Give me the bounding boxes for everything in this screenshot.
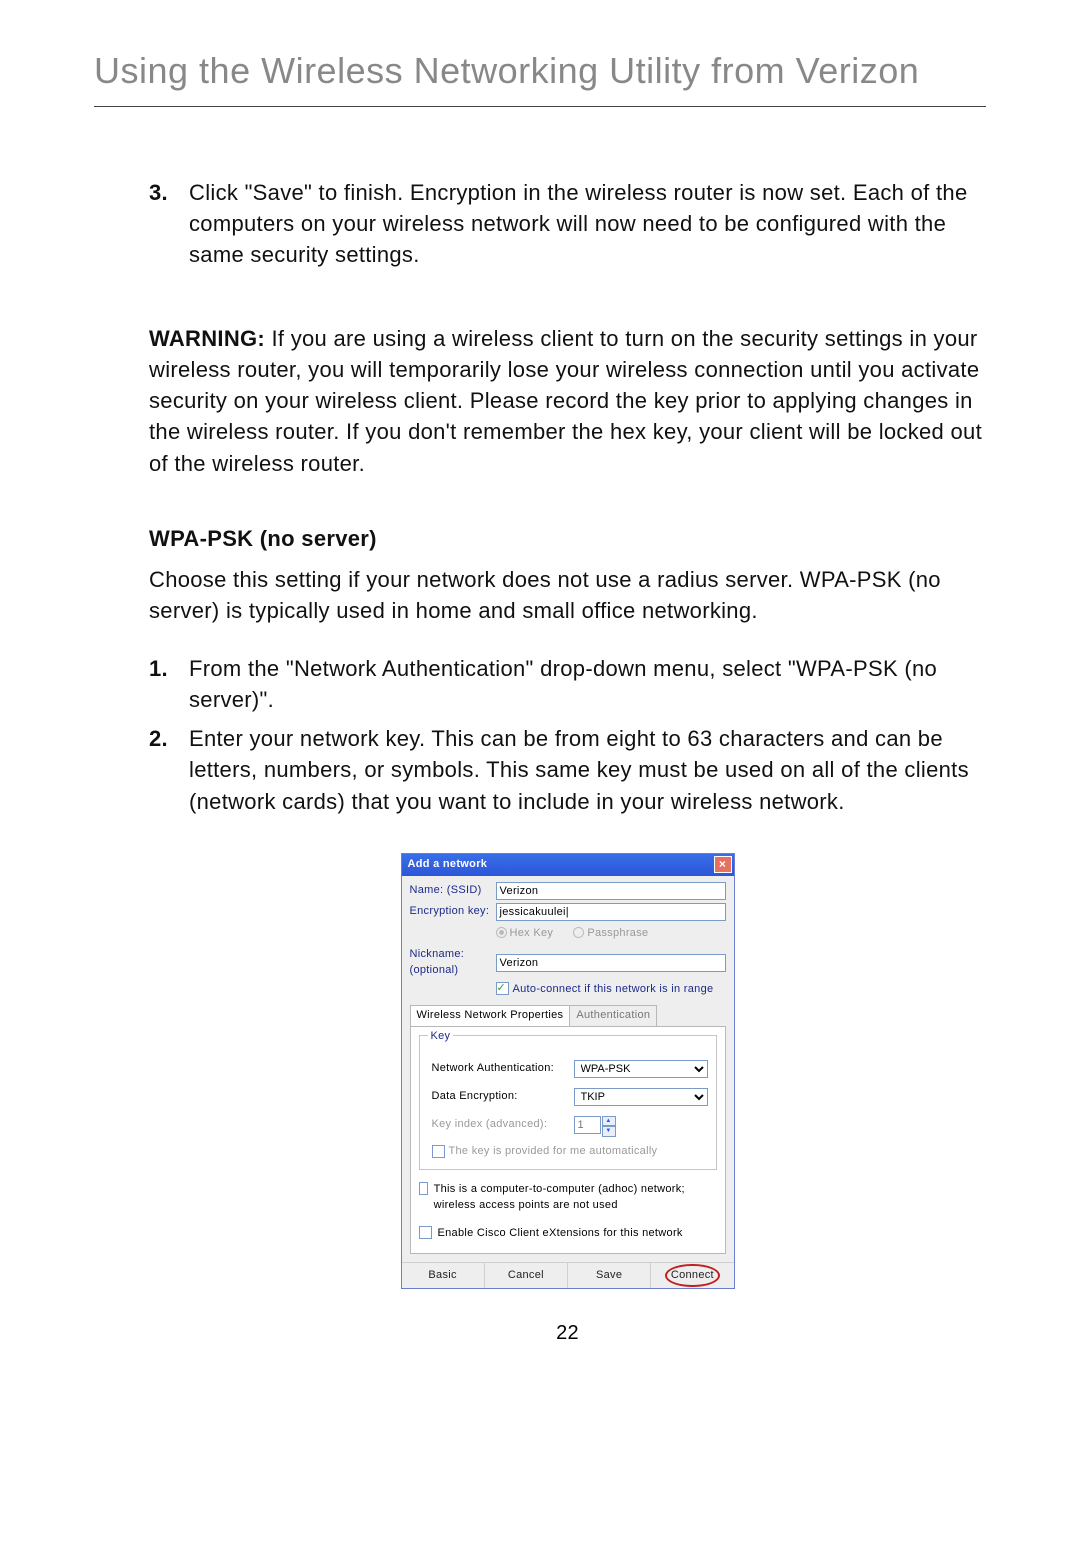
ssid-input[interactable]: Verizon — [496, 882, 726, 900]
autoconnect-checkbox[interactable] — [496, 982, 509, 995]
chevron-up-icon[interactable]: ▲ — [602, 1116, 616, 1127]
save-button[interactable]: Save — [568, 1263, 651, 1289]
dialog-titlebar[interactable]: Add a network × — [402, 854, 734, 876]
hex-key-label: Hex Key — [510, 927, 554, 939]
encryption-key-label: Encryption key: — [410, 904, 496, 920]
step-text-3: Click "Save" to finish. Encryption in th… — [189, 177, 986, 271]
warning-paragraph: WARNING: If you are using a wireless cli… — [149, 323, 986, 479]
autoconnect-label: Auto-connect if this network is in range — [513, 983, 714, 995]
network-auth-label: Network Authentication: — [432, 1061, 574, 1077]
connect-button[interactable]: Connect — [651, 1263, 733, 1289]
warning-text: If you are using a wireless client to tu… — [149, 326, 982, 476]
chevron-down-icon[interactable]: ▼ — [602, 1126, 616, 1137]
basic-button[interactable]: Basic — [402, 1263, 485, 1289]
tab-authentication[interactable]: Authentication — [569, 1005, 657, 1026]
cancel-button[interactable]: Cancel — [485, 1263, 568, 1289]
warning-label: WARNING: — [149, 326, 265, 351]
encryption-key-input[interactable]: jessicakuulei| — [496, 903, 726, 921]
nickname-label: Nickname: (optional) — [410, 947, 496, 978]
key-groupbox-legend: Key — [428, 1029, 454, 1045]
data-encryption-select[interactable]: TKIP — [574, 1088, 708, 1106]
add-network-dialog: Add a network × Name: (SSID) Verizon Enc… — [401, 853, 735, 1290]
step-text-2: Enter your network key. This can be from… — [189, 723, 986, 817]
section-title-wpa-psk: WPA-PSK (no server) — [149, 523, 986, 554]
passphrase-label: Passphrase — [587, 927, 648, 939]
hex-key-radio[interactable] — [496, 927, 507, 938]
key-index-spinner[interactable]: 1 ▲ ▼ — [574, 1116, 616, 1134]
passphrase-radio[interactable] — [573, 927, 584, 938]
step-number-2: 2. — [149, 723, 189, 817]
cisco-checkbox[interactable] — [419, 1226, 432, 1239]
page-number: 22 — [149, 1319, 986, 1347]
autokey-label: The key is provided for me automatically — [449, 1144, 658, 1160]
cisco-label: Enable Cisco Client eXtensions for this … — [438, 1226, 683, 1242]
data-encryption-label: Data Encryption: — [432, 1089, 574, 1105]
step-number-1: 1. — [149, 653, 189, 715]
adhoc-checkbox[interactable] — [419, 1182, 428, 1195]
step-number-3: 3. — [149, 177, 189, 271]
ssid-label: Name: (SSID) — [410, 883, 496, 899]
tab-wireless-properties[interactable]: Wireless Network Properties — [410, 1005, 571, 1026]
autokey-checkbox[interactable] — [432, 1145, 445, 1158]
network-auth-select[interactable]: WPA-PSK — [574, 1060, 708, 1078]
step-text-1: From the "Network Authentication" drop-d… — [189, 653, 986, 715]
close-icon[interactable]: × — [714, 856, 732, 873]
page-title: Using the Wireless Networking Utility fr… — [94, 50, 986, 92]
dialog-title: Add a network — [408, 857, 488, 873]
header-rule — [94, 106, 986, 107]
adhoc-label: This is a computer-to-computer (adhoc) n… — [434, 1182, 717, 1213]
section-description: Choose this setting if your network does… — [149, 564, 986, 626]
key-index-value: 1 — [574, 1116, 601, 1134]
key-index-label: Key index (advanced): — [432, 1117, 574, 1133]
nickname-input[interactable]: Verizon — [496, 954, 726, 972]
